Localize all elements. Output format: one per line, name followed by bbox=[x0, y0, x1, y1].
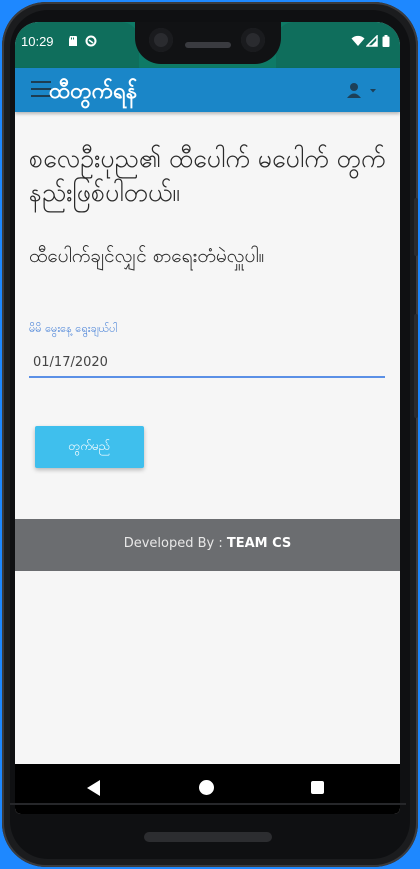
phone-chin-divider bbox=[10, 803, 406, 805]
back-icon[interactable] bbox=[87, 780, 100, 796]
wifi-icon bbox=[351, 35, 365, 46]
bottom-speaker-grille bbox=[144, 832, 272, 842]
hamburger-menu-icon[interactable] bbox=[31, 81, 51, 97]
status-bar: 10:29 bbox=[15, 22, 400, 68]
battery-icon bbox=[382, 35, 390, 47]
main-content: စလေဦးပုည၏ ထီပေါက် မပေါက် တွက်နည်းဖြစ်ပါတ… bbox=[15, 112, 400, 522]
data-saver-icon bbox=[85, 35, 97, 47]
page-subheading: ထီပေါက်ချင်လျှင် စာရေးတံမဲလှူပါ။ bbox=[29, 245, 265, 267]
earpiece-speaker bbox=[185, 42, 231, 48]
front-sensor-icon bbox=[241, 28, 265, 52]
status-time: 10:29 bbox=[21, 34, 54, 49]
birthday-date-input[interactable] bbox=[29, 348, 385, 378]
home-icon[interactable] bbox=[199, 780, 214, 795]
power-button bbox=[414, 314, 418, 418]
user-icon bbox=[347, 83, 376, 98]
app-bar: ထီတွက်ရန် bbox=[15, 68, 400, 112]
page-heading: စလေဦးပုည၏ ထီပေါက် မပေါက် တွက်နည်းဖြစ်ပါတ… bbox=[29, 144, 386, 207]
user-menu-button[interactable] bbox=[344, 82, 380, 100]
system-nav-bar bbox=[15, 764, 400, 814]
device-screen: 10:29 ထီတွက်ရန် စလေဦးပုည၏ ထီပေါက် မပေါက်… bbox=[15, 22, 400, 814]
volume-button bbox=[414, 198, 418, 256]
signal-icon bbox=[366, 35, 378, 47]
birthday-field-label: မိမိ မွေးနေ့ ရွေးချယ်ပါ bbox=[29, 322, 118, 335]
footer-team-name: TEAM CS bbox=[226, 536, 292, 551]
calculate-button[interactable]: တွက်မည် bbox=[35, 426, 144, 468]
front-camera-icon bbox=[149, 28, 173, 52]
recent-apps-icon[interactable] bbox=[311, 781, 324, 794]
footer: Developed By : TEAM CS bbox=[15, 519, 400, 571]
footer-prefix: Developed By : bbox=[123, 536, 227, 551]
camera-notch bbox=[135, 22, 281, 64]
sd-card-icon bbox=[69, 36, 77, 46]
app-title: ထီတွက်ရန် bbox=[49, 79, 138, 104]
